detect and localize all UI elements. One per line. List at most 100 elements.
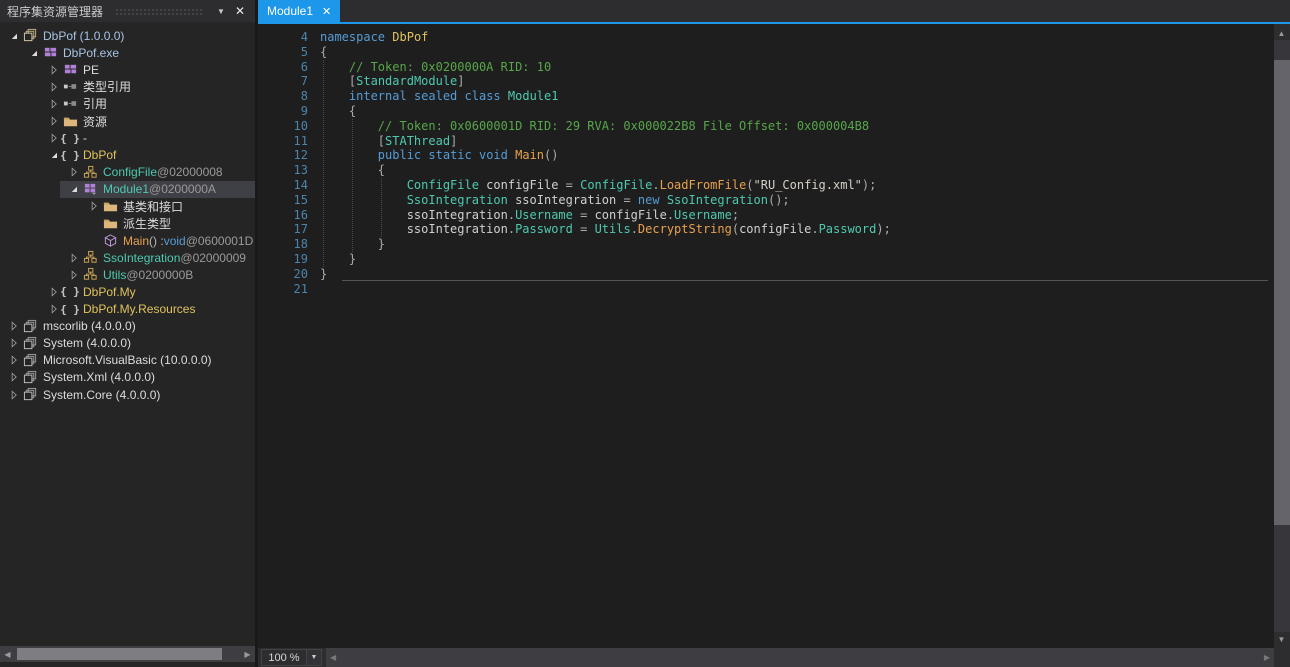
expander-open-icon[interactable] bbox=[66, 181, 82, 197]
code-token-ty[interactable]: ConfigFile bbox=[407, 178, 479, 192]
code-line: 14 ConfigFile configFile = ConfigFile.Lo… bbox=[258, 178, 1274, 193]
scrollbar-thumb[interactable] bbox=[1274, 60, 1290, 525]
expander-closed-icon[interactable] bbox=[66, 267, 82, 283]
tree-item-pe[interactable]: PE bbox=[0, 61, 255, 78]
code-line: 11 [STAThread] bbox=[258, 134, 1274, 149]
tree-item-dbpof-my-resources[interactable]: { } DbPof.My.Resources bbox=[0, 301, 255, 318]
code-token-ty[interactable]: Password bbox=[515, 222, 573, 236]
expander-closed-icon[interactable] bbox=[46, 113, 62, 129]
code-token-kw: namespace bbox=[320, 30, 386, 44]
code-token-ty[interactable]: ConfigFile bbox=[580, 178, 652, 192]
tree-item-dbpof-exe[interactable]: DbPof.exe bbox=[0, 44, 255, 61]
code-text: SsoIntegration ssoIntegration = new SsoI… bbox=[320, 193, 790, 208]
editor-horizontal-scrollbar[interactable]: ◀ ▶ bbox=[326, 648, 1274, 667]
pe-icon bbox=[62, 62, 78, 78]
expander-closed-icon[interactable] bbox=[6, 335, 22, 351]
tree-horizontal-scrollbar[interactable]: ◀ ▶ bbox=[0, 646, 255, 662]
code-token-pu: } bbox=[348, 251, 357, 266]
code-token-ty[interactable]: Username bbox=[674, 208, 732, 222]
tree-item-item[interactable]: 资源 bbox=[0, 112, 255, 129]
code-token-kw: new bbox=[637, 192, 660, 207]
code-text: ssoIntegration.Password = Utils.DecryptS… bbox=[320, 222, 891, 237]
tree-item-dbpof-1-0-0-0[interactable]: DbPof (1.0.0.0) bbox=[0, 27, 255, 44]
code-token-pu: = bbox=[572, 207, 595, 222]
expander-open-icon[interactable] bbox=[26, 45, 42, 61]
assembly-gray-icon bbox=[22, 352, 38, 368]
code-token-ty[interactable]: Password bbox=[819, 222, 877, 236]
panel-close-icon[interactable]: ✕ bbox=[232, 3, 248, 19]
expander-closed-icon[interactable] bbox=[66, 250, 82, 266]
code-view[interactable]: 4 namespace DbPof 5{6 // Token: 0x0200000A… bbox=[258, 24, 1274, 648]
scroll-right-icon[interactable]: ▶ bbox=[240, 646, 255, 662]
tree-item-item[interactable]: { } - bbox=[0, 130, 255, 147]
tree-item-dbpof[interactable]: { } DbPof bbox=[0, 147, 255, 164]
zoom-dropdown-button[interactable]: ▼ bbox=[307, 649, 322, 666]
tree-item-item[interactable]: 类型引用 bbox=[0, 78, 255, 95]
expander-open-icon[interactable] bbox=[6, 28, 22, 44]
tree-item-mscorlib-4-0-0-0[interactable]: mscorlib (4.0.0.0) bbox=[0, 318, 255, 335]
expander-closed-icon[interactable] bbox=[6, 318, 22, 334]
tree-item-ssointegration[interactable]: SsoIntegration @02000009 bbox=[0, 249, 255, 266]
tree-item-system-4-0-0-0[interactable]: System (4.0.0.0) bbox=[0, 335, 255, 352]
expander-closed-icon[interactable] bbox=[86, 198, 102, 214]
code-token-ty[interactable]: SsoIntegration bbox=[667, 193, 768, 207]
tree-item-dbpof-my[interactable]: { } DbPof.My bbox=[0, 283, 255, 300]
expander-closed-icon[interactable] bbox=[46, 62, 62, 78]
tree-item-microsoft-visualbasic-10-0-0-0[interactable]: Microsoft.VisualBasic (10.0.0.0) bbox=[0, 352, 255, 369]
code-token-pu: ( bbox=[746, 177, 754, 192]
scroll-right-icon[interactable]: ▶ bbox=[1264, 653, 1270, 662]
panel-dropdown-icon[interactable]: ▼ bbox=[213, 3, 229, 19]
code-token-me[interactable]: Main bbox=[515, 148, 544, 162]
tree-item-system-core-4-0-0-0[interactable]: System.Core (4.0.0.0) bbox=[0, 386, 255, 403]
assembly-explorer-panel: 程序集资源管理器 ▼ ✕ DbPof (1.0.0.0) DbPof.exe PE 类… bbox=[0, 0, 255, 667]
tree-item-label: @02000009 bbox=[180, 250, 246, 265]
tree-item-item[interactable]: 基类和接口 bbox=[0, 198, 255, 215]
tree-item-system-xml-4-0-0-0[interactable]: System.Xml (4.0.0.0) bbox=[0, 369, 255, 386]
code-text: ConfigFile configFile = ConfigFile.LoadF… bbox=[320, 177, 877, 193]
expander-closed-icon[interactable] bbox=[6, 369, 22, 385]
tree-item-label: DbPof.My.Resources bbox=[83, 302, 196, 317]
expander-closed-icon[interactable] bbox=[46, 79, 62, 95]
line-number: 20 bbox=[293, 266, 308, 281]
code-token-ty[interactable]: SsoIntegration bbox=[407, 193, 508, 207]
scroll-down-icon[interactable]: ▼ bbox=[1274, 631, 1289, 647]
expander-closed-icon[interactable] bbox=[6, 387, 22, 403]
expander-closed-icon[interactable] bbox=[66, 164, 82, 180]
code-token-ty[interactable]: STAThread bbox=[385, 134, 450, 148]
tree-item-item[interactable]: 引用 bbox=[0, 95, 255, 112]
tab-close-icon[interactable]: ✕ bbox=[322, 5, 331, 18]
code-token-me[interactable]: DecryptString bbox=[638, 222, 732, 236]
scroll-left-icon[interactable]: ◀ bbox=[330, 653, 336, 662]
tab-module1[interactable]: Module1 ✕ bbox=[258, 0, 341, 22]
tree-item-module1[interactable]: Module1 @0200000A bbox=[0, 180, 255, 198]
scrollbar-thumb[interactable] bbox=[17, 648, 222, 660]
code-token-ty[interactable]: StandardModule bbox=[356, 74, 457, 88]
code-token-me[interactable]: LoadFromFile bbox=[660, 178, 747, 192]
code-token-ty[interactable]: Module1 bbox=[508, 89, 559, 103]
code-text: { bbox=[320, 45, 327, 60]
code-token-pu: . bbox=[630, 222, 638, 237]
editor-vertical-scrollbar[interactable]: ▲ ▼ bbox=[1274, 24, 1290, 648]
scroll-up-icon[interactable]: ▲ bbox=[1274, 25, 1289, 41]
tree-item-configfile[interactable]: ConfigFile @02000008 bbox=[0, 164, 255, 181]
scroll-left-icon[interactable]: ◀ bbox=[0, 646, 15, 662]
tree-item-main[interactable]: Main() : void @0600001D bbox=[0, 232, 255, 249]
assembly-gray-icon bbox=[22, 318, 38, 334]
tree-item-utils[interactable]: Utils @0200000B bbox=[0, 266, 255, 283]
code-token-ty[interactable]: Username bbox=[515, 208, 573, 222]
zoom-level-combobox[interactable]: 100 % bbox=[261, 649, 307, 666]
tree-item-label: DbPof (1.0.0.0) bbox=[43, 28, 125, 43]
code-text: internal sealed class Module1 bbox=[320, 89, 559, 104]
code-text: // Token: 0x0200000A RID: 10 bbox=[320, 60, 551, 75]
code-token-ty[interactable]: Utils bbox=[595, 222, 631, 236]
tree-item-item[interactable]: 派生类型 bbox=[0, 215, 255, 232]
namespace-icon: { } bbox=[60, 285, 80, 299]
expander-closed-icon[interactable] bbox=[46, 96, 62, 112]
expander-closed-icon[interactable] bbox=[6, 352, 22, 368]
